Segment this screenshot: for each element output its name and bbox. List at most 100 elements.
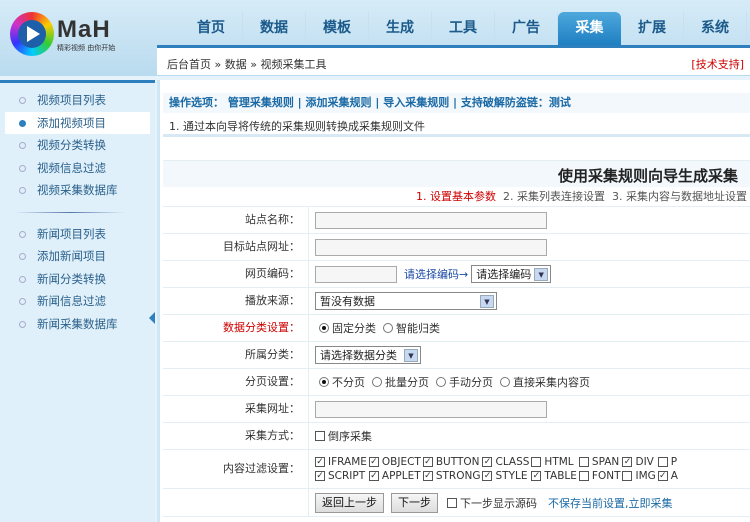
slogan: 精彩视频 由你开始 bbox=[57, 44, 116, 52]
category-select[interactable]: 请选择数据分类 ▼ bbox=[315, 346, 421, 364]
import-rules-link[interactable]: 导入采集规则 bbox=[383, 96, 449, 109]
filter-label: HTML bbox=[544, 456, 574, 468]
row-collect-url: 采集网址： bbox=[163, 396, 750, 423]
filter-checkbox[interactable]: ✓ bbox=[531, 471, 542, 481]
filter-checkbox[interactable]: ✓ bbox=[482, 457, 493, 467]
encoding-input[interactable] bbox=[315, 265, 397, 283]
sidebar-item[interactable]: 新闻分类转换 bbox=[5, 268, 150, 291]
back-button[interactable]: 返回上一步 bbox=[315, 492, 384, 513]
filter-checkbox[interactable] bbox=[531, 457, 542, 467]
video-menu: 视频项目列表 添加视频项目 视频分类转换 视频信息过滤 视频采集数据库 bbox=[0, 89, 155, 202]
direct-content-radio[interactable] bbox=[500, 377, 510, 387]
sidebar-item[interactable]: 视频采集数据库 bbox=[5, 179, 150, 202]
row-filter: 内容过滤设置： ✓ IFRAME ✓ OBJECT ✓ BUTTON ✓ CLASS HTML S… bbox=[163, 450, 750, 489]
row-category: 所属分类： 请选择数据分类 ▼ bbox=[163, 342, 750, 369]
filter-option: ✓ BUTTON bbox=[422, 456, 481, 468]
sidebar-item[interactable]: 添加新闻项目 bbox=[5, 245, 150, 268]
filter-option: ✓ STRONG bbox=[422, 470, 481, 482]
show-source-label: 下一步显示源码 bbox=[460, 496, 537, 510]
no-paging-radio[interactable] bbox=[319, 377, 329, 387]
reverse-order-label: 倒序采集 bbox=[328, 430, 372, 443]
chevron-down-icon: ▼ bbox=[534, 267, 549, 281]
filter-option: P bbox=[657, 456, 678, 468]
site-url-input[interactable] bbox=[315, 238, 547, 256]
nav-tab[interactable]: 模板 bbox=[306, 12, 369, 45]
sidebar-item[interactable]: 添加视频项目 bbox=[5, 111, 150, 134]
batch-paging-radio[interactable] bbox=[372, 377, 382, 387]
logo[interactable]: MaH 精彩视频 由你开始 bbox=[10, 12, 130, 58]
nav-tab[interactable]: 广告 bbox=[495, 12, 558, 45]
filter-label: CLASS bbox=[495, 456, 530, 468]
sidebar-item[interactable]: 新闻采集数据库 bbox=[5, 313, 150, 336]
source-label: 播放来源： bbox=[163, 288, 309, 314]
filter-option: ✓ OBJECT bbox=[368, 456, 421, 468]
row-category-mode: 数据分类设置： 固定分类 智能归类 bbox=[163, 315, 750, 342]
filter-checkbox[interactable]: ✓ bbox=[315, 457, 325, 467]
sidebar-item[interactable]: 新闻项目列表 bbox=[5, 223, 150, 246]
filter-checkbox[interactable] bbox=[578, 457, 589, 467]
add-rule-link[interactable]: 添加采集规则 bbox=[306, 96, 372, 109]
site-name-input[interactable] bbox=[315, 211, 547, 229]
filter-checkbox[interactable]: ✓ bbox=[422, 471, 433, 481]
manage-rules-link[interactable]: 管理采集规则 bbox=[228, 96, 294, 109]
manual-paging-radio[interactable] bbox=[436, 377, 446, 387]
fixed-category-radio[interactable] bbox=[319, 323, 329, 333]
filter-checkbox[interactable]: ✓ bbox=[422, 457, 433, 467]
source-select[interactable]: 暂没有数据 ▼ bbox=[315, 292, 497, 310]
collapse-sidebar-icon[interactable] bbox=[149, 312, 155, 324]
tech-support-link[interactable]: [技术支持] bbox=[691, 56, 744, 72]
nav-tab[interactable]: 首页 bbox=[180, 12, 243, 45]
sidebar: 视频项目列表 添加视频项目 视频分类转换 视频信息过滤 视频采集数据库 新闻项目列表 添加… bbox=[0, 80, 155, 522]
filter-label: STRONG bbox=[435, 470, 481, 482]
nav-tab[interactable]: 采集 bbox=[558, 12, 621, 45]
main-nav: 首页 数据 模板 生成 工具 广告 采集 扩展 系统 bbox=[180, 12, 747, 45]
sidebar-item[interactable]: 新闻信息过滤 bbox=[5, 290, 150, 313]
breadcrumb-bar: 后台首页 » 数据 » 视频采集工具 [技术支持] bbox=[157, 45, 750, 75]
filter-option: SPAN bbox=[578, 456, 621, 468]
nav-tab[interactable]: 系统 bbox=[684, 12, 747, 45]
direct-content-label: 直接采集内容页 bbox=[513, 376, 590, 389]
nav-tab[interactable]: 工具 bbox=[432, 12, 495, 45]
filter-option: ✓ DIV bbox=[622, 456, 655, 468]
filter-checkbox[interactable] bbox=[578, 471, 589, 481]
next-button[interactable]: 下一步 bbox=[391, 492, 438, 513]
filter-checkbox[interactable]: ✓ bbox=[482, 471, 493, 481]
filter-label: FONT bbox=[591, 470, 621, 482]
show-source-checkbox[interactable] bbox=[447, 497, 457, 508]
reverse-order-checkbox[interactable] bbox=[315, 431, 325, 441]
filter-label: SPAN bbox=[591, 456, 620, 468]
nav-tab[interactable]: 数据 bbox=[243, 12, 306, 45]
chevron-down-icon: ▼ bbox=[480, 294, 494, 308]
row-encoding: 网页编码： 请选择编码→ 请选择编码 ▼ bbox=[163, 261, 750, 288]
collect-url-input[interactable] bbox=[315, 400, 547, 418]
filter-checkbox[interactable] bbox=[657, 457, 668, 467]
sidebar-item[interactable]: 视频分类转换 bbox=[5, 134, 150, 157]
smart-category-label: 智能归类 bbox=[396, 322, 440, 335]
title-row: 使用采集规则向导生成采集 bbox=[163, 160, 750, 187]
fixed-category-label: 固定分类 bbox=[332, 322, 376, 335]
source-select-value: 暂没有数据 bbox=[320, 295, 375, 308]
anti-leech-test-link[interactable]: 支持破解防盗链：测试 bbox=[461, 96, 571, 109]
filter-label: P bbox=[670, 456, 678, 468]
filter-label: IFRAME bbox=[328, 456, 367, 468]
filter-checkbox[interactable] bbox=[622, 471, 633, 481]
chevron-down-icon: ▼ bbox=[404, 348, 418, 362]
filter-checkbox[interactable]: ✓ bbox=[657, 471, 668, 481]
main-content: 操作选项： 管理采集规则 | 添加采集规则 | 导入采集规则 | 支持破解防盗链… bbox=[157, 80, 750, 522]
nav-tab[interactable]: 生成 bbox=[369, 12, 432, 45]
collect-now-link[interactable]: 不保存当前设置,立即采集 bbox=[548, 495, 673, 511]
sidebar-item[interactable]: 视频信息过滤 bbox=[5, 157, 150, 180]
filter-options: ✓ IFRAME ✓ OBJECT ✓ BUTTON ✓ CLASS HTML SPAN ✓ DIV P… bbox=[315, 456, 678, 482]
filter-label: TABLE bbox=[544, 470, 577, 482]
filter-label: BUTTON bbox=[435, 456, 480, 468]
smart-category-radio[interactable] bbox=[383, 323, 393, 333]
news-menu: 新闻项目列表 添加新闻项目 新闻分类转换 新闻信息过滤 新闻采集数据库 bbox=[0, 223, 155, 336]
sidebar-item[interactable]: 视频项目列表 bbox=[5, 89, 150, 112]
no-paging-label: 不分页 bbox=[332, 376, 365, 389]
encoding-select[interactable]: 请选择编码 ▼ bbox=[471, 265, 552, 283]
nav-tab[interactable]: 扩展 bbox=[621, 12, 684, 45]
filter-checkbox[interactable]: ✓ bbox=[368, 471, 379, 481]
filter-checkbox[interactable]: ✓ bbox=[315, 471, 325, 481]
filter-checkbox[interactable]: ✓ bbox=[368, 457, 379, 467]
filter-checkbox[interactable]: ✓ bbox=[622, 457, 633, 467]
